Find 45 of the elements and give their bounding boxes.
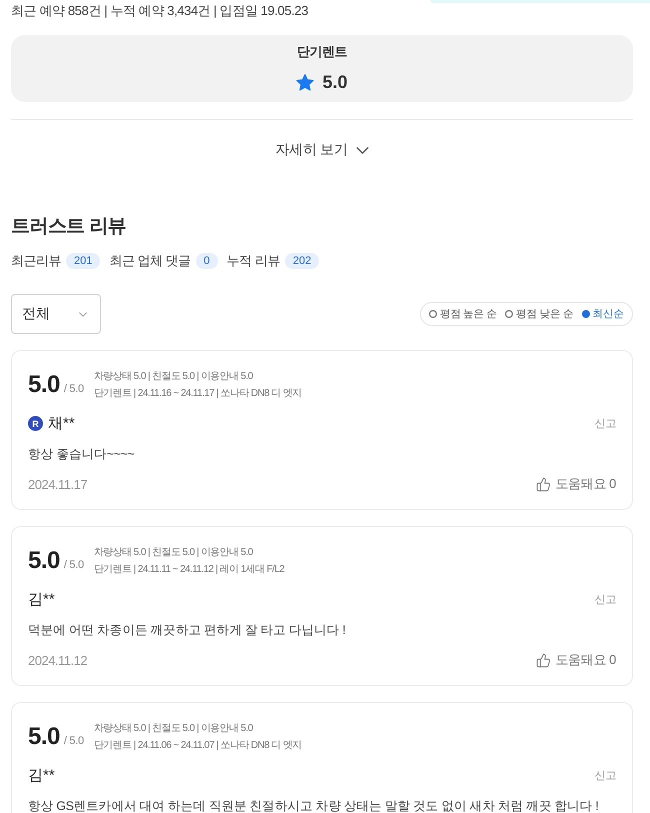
thumbs-up-icon [536, 476, 551, 492]
rental-details: 단기렌트 | 24.11.06 ~ 24.11.07 | 쏘나타 DN8 디 엣지 [94, 739, 302, 753]
report-button[interactable]: 신고 [594, 768, 616, 783]
count-label: 최근 업체 댓글 [109, 252, 191, 270]
review-text: 항상 좋습니다~~~~ [28, 446, 136, 463]
review-score: 5.0 [28, 547, 60, 575]
rating-breakdown: 차량상태 5.0 | 친절도 5.0 | 이용안내 5.0 [94, 370, 254, 384]
count-pill: 201 [66, 253, 100, 269]
rental-details: 단기렌트 | 24.11.11 ~ 24.11.12 | 레이 1세대 F/L2 [94, 563, 284, 577]
helpful-button[interactable]: 도움돼요 0 [536, 651, 616, 669]
author-name: 채** [48, 414, 75, 433]
sort-option[interactable]: 최신순 [582, 307, 624, 321]
thumbs-up-icon [536, 652, 551, 668]
review-date: 2024.11.12 [28, 652, 88, 668]
report-button[interactable]: 신고 [594, 592, 616, 607]
rental-details: 단기렌트 | 24.11.16 ~ 24.11.17 | 쏘나타 DN8 디 엣지 [94, 387, 302, 401]
member-badge: R [28, 416, 43, 431]
count-pill: 202 [284, 253, 320, 269]
booking-stats: 최근 예약 858건 | 누적 예약 3,434건 | 입점일 19.05.23 [11, 2, 310, 20]
review-score: 5.0 [28, 723, 60, 751]
sort-option[interactable]: 평점 높은 순 [428, 307, 498, 321]
chevron-icon [79, 312, 87, 316]
review-date: 2024.11.17 [28, 476, 88, 492]
report-button[interactable]: 신고 [594, 416, 616, 431]
count-label: 누적 리뷰 [226, 252, 280, 270]
section-title: 트러스트 리뷰 [11, 215, 128, 239]
rating-score: 5.0 [322, 71, 348, 93]
score-max: / 5.0 [64, 383, 84, 395]
filter-dropdown[interactable]: 전체 [11, 294, 101, 334]
author-name: 김** [28, 590, 55, 609]
review-score: 5.0 [28, 371, 60, 399]
author-name: 김** [28, 766, 55, 785]
sort-option[interactable]: 평점 낮은 순 [505, 307, 574, 321]
count-label: 최근리뷰 [11, 252, 61, 270]
score-max: / 5.0 [64, 735, 84, 747]
helpful-button[interactable]: 도움돼요 0 [536, 475, 616, 493]
rating-title: 단기렌트 [297, 43, 347, 61]
count-pill: 0 [196, 253, 218, 269]
rating-breakdown: 차량상태 5.0 | 친절도 5.0 | 이용안내 5.0 [94, 546, 254, 560]
rating-breakdown: 차량상태 5.0 | 친절도 5.0 | 이용안내 5.0 [94, 722, 254, 736]
more-button[interactable]: 자세히 보기 [271, 137, 373, 163]
review-text: 항상 GS렌트카에서 대여 하는데 직원분 친절하시고 차량 상태는 말할 것도 없이 새차 처럼 깨끗 합니다 ! [28, 798, 600, 813]
score-max: / 5.0 [64, 559, 84, 571]
star-icon [296, 74, 314, 90]
review-text: 덕분에 어떤 차종이든 깨끗하고 편하게 잘 타고 다닙니다 ! [28, 622, 346, 639]
